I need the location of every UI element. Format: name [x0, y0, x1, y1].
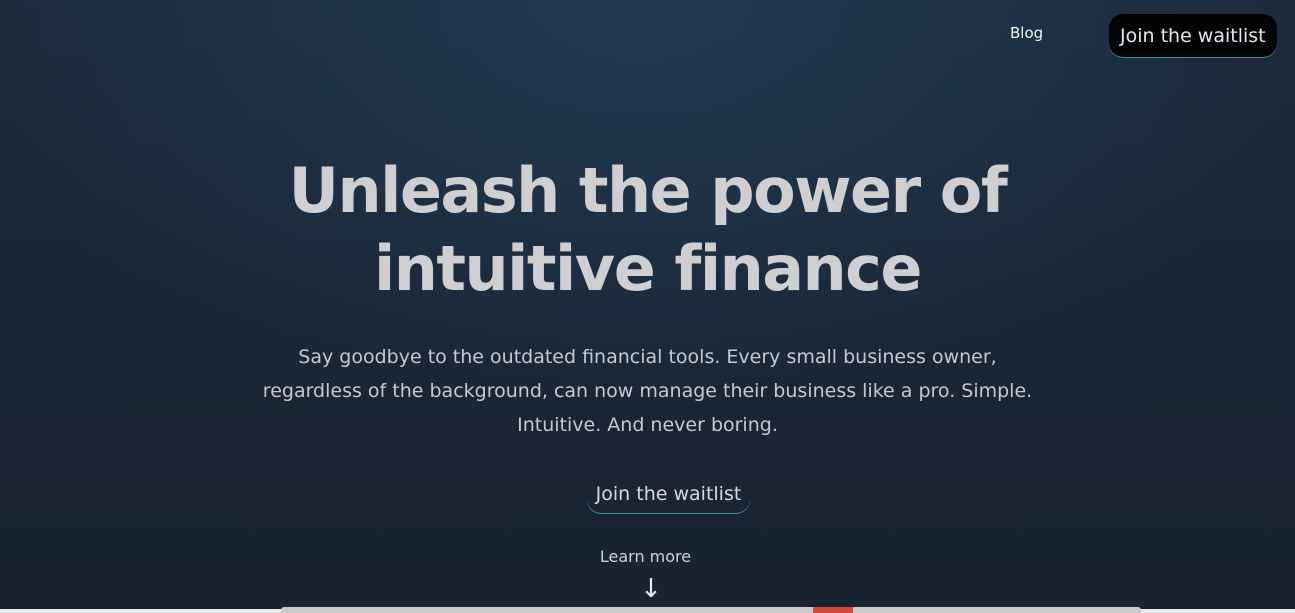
- arrow-down-icon[interactable]: ↓: [640, 574, 662, 604]
- learn-more-link[interactable]: Learn more: [0, 547, 1291, 566]
- next-section-accent: [813, 607, 853, 613]
- hero-subtitle: Say goodbye to the outdated financial to…: [262, 346, 1033, 436]
- nav-join-waitlist-button[interactable]: Join the waitlist: [1109, 14, 1277, 58]
- hero-section: Unleash the power of intuitive finance S…: [0, 152, 1295, 514]
- hero-join-waitlist-button[interactable]: Join the waitlist: [587, 474, 751, 514]
- nav-link-blog[interactable]: Blog: [1010, 24, 1043, 42]
- hero-title: Unleash the power of intuitive finance: [288, 154, 1008, 305]
- next-section-preview: [281, 607, 1141, 613]
